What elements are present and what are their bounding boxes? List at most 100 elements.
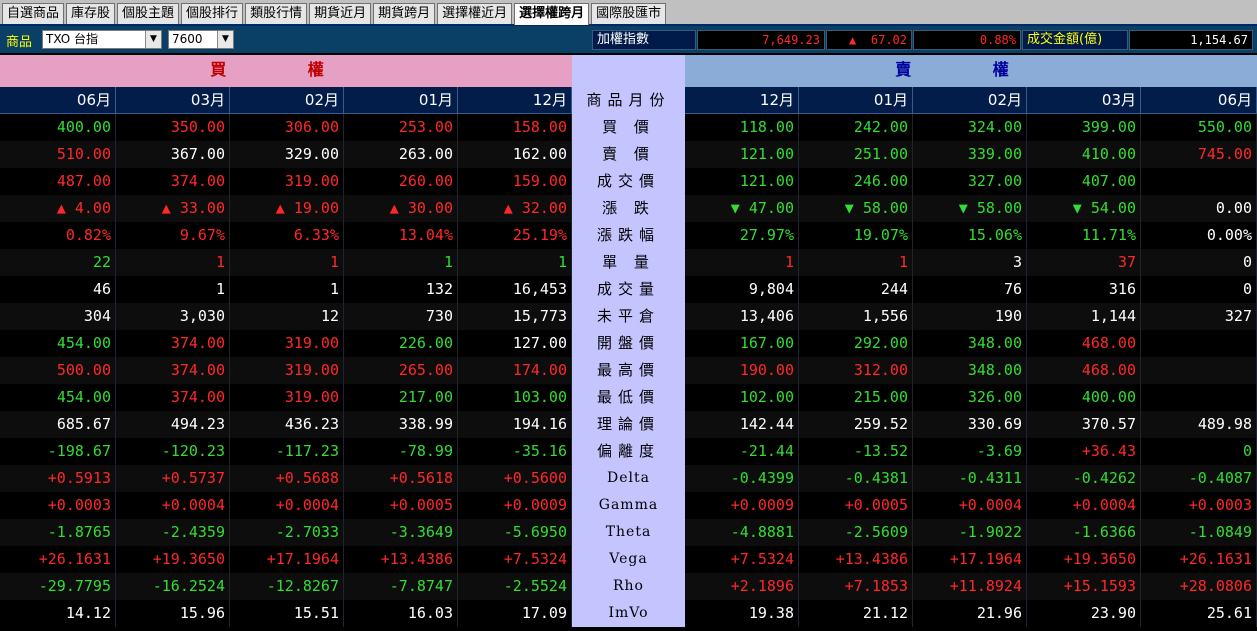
put-cell[interactable] — [1141, 168, 1257, 195]
table-row[interactable]: ▲ 4.00 ▲ 33.00 ▲ 19.00 ▲ 30.00 ▲ 32.00 漲 跌 ▼ 4… — [0, 195, 1257, 222]
put-cell[interactable]: 27.97% — [685, 222, 799, 249]
strike-select[interactable]: 7600 ▼ — [168, 30, 234, 49]
put-cell[interactable]: ▼ 58.00 — [799, 195, 913, 222]
call-cell[interactable]: +0.5913 — [0, 465, 116, 492]
table-row[interactable]: 685.67 494.23 436.23 338.99 194.16 理論價 142.44 2… — [0, 411, 1257, 438]
put-cell[interactable]: +19.3650 — [1027, 546, 1141, 573]
put-cell[interactable]: -1.9022 — [913, 519, 1027, 546]
call-cell[interactable]: 319.00 — [230, 168, 344, 195]
put-cell[interactable]: 330.69 — [913, 411, 1027, 438]
put-cell[interactable]: 745.00 — [1141, 141, 1257, 168]
put-cell[interactable]: 1,144 — [1027, 303, 1141, 330]
call-cell[interactable]: ▲ 19.00 — [230, 195, 344, 222]
call-cell[interactable]: 338.99 — [344, 411, 458, 438]
put-cell[interactable]: 167.00 — [685, 330, 799, 357]
call-cell[interactable]: -16.2524 — [116, 573, 230, 600]
call-month-header[interactable]: 12月 — [458, 87, 572, 114]
put-cell[interactable]: 118.00 — [685, 114, 799, 141]
put-cell[interactable]: -0.4381 — [799, 465, 913, 492]
call-cell[interactable]: +0.5618 — [344, 465, 458, 492]
put-cell[interactable]: 0.00% — [1141, 222, 1257, 249]
call-cell[interactable]: 494.23 — [116, 411, 230, 438]
call-cell[interactable]: 454.00 — [0, 330, 116, 357]
put-cell[interactable]: ▼ 58.00 — [913, 195, 1027, 222]
call-cell[interactable]: 306.00 — [230, 114, 344, 141]
call-cell[interactable]: 319.00 — [230, 357, 344, 384]
put-cell[interactable]: 244 — [799, 276, 913, 303]
put-cell[interactable]: +28.0806 — [1141, 573, 1257, 600]
table-row[interactable]: 454.00 374.00 319.00 226.00 127.00 開盤價 167.00 2… — [0, 330, 1257, 357]
call-cell[interactable]: 374.00 — [116, 330, 230, 357]
put-cell[interactable]: 0 — [1141, 276, 1257, 303]
call-cell[interactable]: 158.00 — [458, 114, 572, 141]
put-cell[interactable]: +11.8924 — [913, 573, 1027, 600]
call-cell[interactable]: ▲ 33.00 — [116, 195, 230, 222]
tab-8[interactable]: 選擇權跨月 — [514, 3, 590, 25]
call-cell[interactable]: +7.5324 — [458, 546, 572, 573]
put-cell[interactable]: 0 — [1141, 438, 1257, 465]
put-cell[interactable]: 468.00 — [1027, 357, 1141, 384]
call-month-header[interactable]: 06月 — [0, 87, 116, 114]
call-month-header[interactable]: 03月 — [116, 87, 230, 114]
put-cell[interactable]: 215.00 — [799, 384, 913, 411]
put-cell[interactable]: 312.00 — [799, 357, 913, 384]
chevron-down-icon[interactable]: ▼ — [145, 31, 161, 48]
put-cell[interactable]: +17.1964 — [913, 546, 1027, 573]
call-cell[interactable]: -12.8267 — [230, 573, 344, 600]
put-cell[interactable]: 0 — [1141, 249, 1257, 276]
call-cell[interactable]: 103.00 — [458, 384, 572, 411]
put-cell[interactable]: 339.00 — [913, 141, 1027, 168]
put-cell[interactable]: -2.5609 — [799, 519, 913, 546]
put-cell[interactable]: 327.00 — [913, 168, 1027, 195]
put-month-header[interactable]: 06月 — [1141, 87, 1257, 114]
call-cell[interactable]: 510.00 — [0, 141, 116, 168]
call-cell[interactable]: 15.51 — [230, 600, 344, 627]
put-cell[interactable]: 19.38 — [685, 600, 799, 627]
call-cell[interactable]: 17.09 — [458, 600, 572, 627]
call-cell[interactable]: 46 — [0, 276, 116, 303]
put-cell[interactable]: +2.1896 — [685, 573, 799, 600]
put-cell[interactable]: -0.4262 — [1027, 465, 1141, 492]
put-cell[interactable]: +15.1593 — [1027, 573, 1141, 600]
put-cell[interactable]: 400.00 — [1027, 384, 1141, 411]
tab-7[interactable]: 選擇權近月 — [437, 3, 513, 24]
put-cell[interactable]: 468.00 — [1027, 330, 1141, 357]
call-cell[interactable]: 253.00 — [344, 114, 458, 141]
call-cell[interactable]: +0.0009 — [458, 492, 572, 519]
call-cell[interactable]: -5.6950 — [458, 519, 572, 546]
table-row[interactable]: 454.00 374.00 319.00 217.00 103.00 最低價 102.00 2… — [0, 384, 1257, 411]
tab-5[interactable]: 期貨近月 — [309, 3, 372, 24]
call-cell[interactable]: -3.3649 — [344, 519, 458, 546]
call-cell[interactable]: 14.12 — [0, 600, 116, 627]
table-row[interactable]: 487.00 374.00 319.00 260.00 159.00 成交價 121.00 2… — [0, 168, 1257, 195]
call-cell[interactable]: 329.00 — [230, 141, 344, 168]
put-cell[interactable]: 15.06% — [913, 222, 1027, 249]
tab-1[interactable]: 庫存股 — [66, 3, 116, 24]
put-cell[interactable]: 76 — [913, 276, 1027, 303]
call-cell[interactable]: -2.7033 — [230, 519, 344, 546]
put-cell[interactable]: 13,406 — [685, 303, 799, 330]
call-cell[interactable]: -1.8765 — [0, 519, 116, 546]
call-cell[interactable]: 374.00 — [116, 384, 230, 411]
put-cell[interactable]: +0.0003 — [1141, 492, 1257, 519]
put-cell[interactable]: 37 — [1027, 249, 1141, 276]
call-cell[interactable]: 374.00 — [116, 168, 230, 195]
put-cell[interactable]: 348.00 — [913, 330, 1027, 357]
table-row[interactable]: +26.1631 +19.3650 +17.1964 +13.4386 +7.5324 V… — [0, 546, 1257, 573]
call-cell[interactable]: +26.1631 — [0, 546, 116, 573]
call-cell[interactable]: -2.5524 — [458, 573, 572, 600]
put-cell[interactable]: 102.00 — [685, 384, 799, 411]
put-cell[interactable]: -13.52 — [799, 438, 913, 465]
call-cell[interactable]: 0.82% — [0, 222, 116, 249]
put-cell[interactable]: 21.96 — [913, 600, 1027, 627]
put-cell[interactable]: -21.44 — [685, 438, 799, 465]
put-cell[interactable]: +0.0004 — [1027, 492, 1141, 519]
put-cell[interactable]: 348.00 — [913, 357, 1027, 384]
call-cell[interactable]: 319.00 — [230, 384, 344, 411]
put-cell[interactable]: -0.4399 — [685, 465, 799, 492]
put-month-header[interactable]: 01月 — [799, 87, 913, 114]
put-cell[interactable]: +0.0009 — [685, 492, 799, 519]
put-cell[interactable]: -1.6366 — [1027, 519, 1141, 546]
call-cell[interactable]: 127.00 — [458, 330, 572, 357]
call-cell[interactable]: 9.67% — [116, 222, 230, 249]
